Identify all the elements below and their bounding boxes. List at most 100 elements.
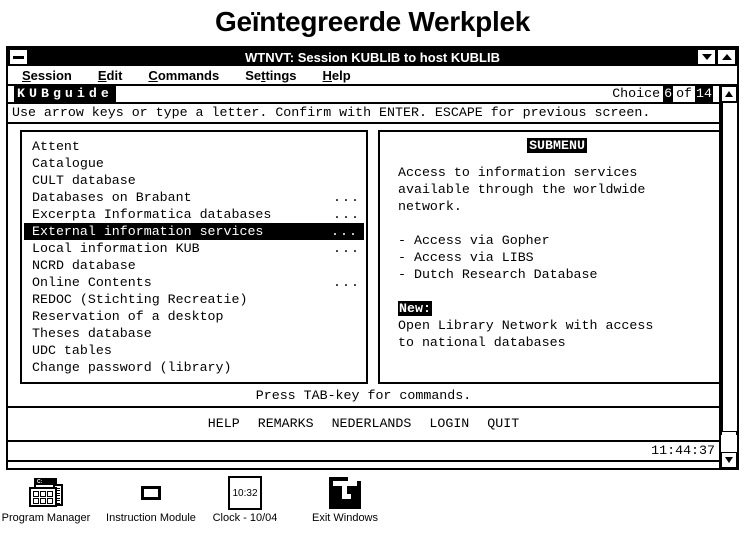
menu-list-item-label: Theses database xyxy=(32,325,152,341)
system-menu-button[interactable] xyxy=(9,49,28,65)
new-badge: New: xyxy=(398,301,432,316)
window-titlebar: WTNVT: Session KUBLIB to host KUBLIB xyxy=(8,48,737,66)
menu-help-label: elp xyxy=(331,67,351,83)
function-key[interactable]: QUIT xyxy=(478,416,528,432)
terminal-clock: 11:44:37 xyxy=(651,443,715,458)
menu-list-item-label: Excerpta Informatica databases xyxy=(32,206,272,222)
triangle-up-icon xyxy=(721,54,732,60)
menu-list-item[interactable]: NCRD database xyxy=(22,257,366,274)
menu-edit-label: dit xyxy=(106,67,123,83)
submenu-heading-wrap: SUBMENU xyxy=(398,138,716,164)
menu-commands-label: ommands xyxy=(157,67,220,83)
terminal-screen[interactable]: KUBguide Choice 6 of 14 Use arrow keys o… xyxy=(8,85,738,468)
exit-windows-icon xyxy=(285,474,405,512)
menu-session[interactable]: Session xyxy=(22,68,72,83)
scroll-up-arrow-icon xyxy=(725,91,733,97)
clock-face-time: 10:32 xyxy=(232,487,258,499)
menu-list-item-label: UDC tables xyxy=(32,342,112,358)
menu-list-item-dots: ... xyxy=(331,223,358,239)
detail-bullet: - Dutch Research Database xyxy=(398,267,598,282)
choice-indicator: Choice 6 of 14 xyxy=(611,85,713,103)
detail-paragraph-line: available through the worldwide xyxy=(398,182,646,197)
menu-help[interactable]: Help xyxy=(323,68,351,83)
menu-list-item-label: Catalogue xyxy=(32,155,104,171)
menu-list-item[interactable]: Change password (library) xyxy=(22,359,366,376)
menu-edit[interactable]: Edit xyxy=(98,68,123,83)
menu-session-label: ession xyxy=(30,67,72,83)
terminal-window: WTNVT: Session KUBLIB to host KUBLIB Ses… xyxy=(6,46,739,470)
detail-spacer xyxy=(398,215,716,232)
page-title: Geïntegreerde Werkplek xyxy=(214,6,531,37)
menu-list-item-label: NCRD database xyxy=(32,257,136,273)
menu-settings-label: tings xyxy=(265,67,297,83)
menu-list-item[interactable]: Theses database xyxy=(22,325,366,342)
function-key[interactable]: LOGIN xyxy=(420,416,478,432)
detail-new-line: Open Library Network with access xyxy=(398,318,654,333)
menu-list-item-label: CULT database xyxy=(32,172,136,188)
menu-list-item-label: Local information KUB xyxy=(32,240,200,256)
menu-list-item[interactable]: UDC tables xyxy=(22,342,366,359)
menu-settings[interactable]: Settings xyxy=(245,68,296,83)
menu-list-item[interactable]: Attent xyxy=(22,138,366,155)
detail-panel: SUBMENU Access to information services a… xyxy=(378,130,728,384)
menu-list-item-dots: ... xyxy=(333,189,360,205)
scroll-down-arrow-icon xyxy=(725,457,733,463)
terminal-panes: Attent Catalogue CULT database Databases on… xyxy=(8,126,728,384)
menu-list-item-dots: ... xyxy=(333,206,360,222)
scrollbar-track[interactable] xyxy=(721,102,738,435)
menu-list-panel: Attent Catalogue CULT database Databases on… xyxy=(20,130,368,384)
detail-body: SUBMENU Access to information services a… xyxy=(380,132,726,351)
submenu-heading: SUBMENU xyxy=(527,138,587,153)
menu-list-item-dots: ... xyxy=(333,274,360,290)
scrollbar-thumb[interactable] xyxy=(722,102,738,432)
minimize-bar-icon xyxy=(13,55,24,59)
menu-list-item[interactable]: Online Contents... xyxy=(22,274,366,291)
menu-list-item[interactable]: Excerpta Informatica databases... xyxy=(22,206,366,223)
menu-list-item[interactable]: Catalogue xyxy=(22,155,366,172)
function-key-row: HELP REMARKS NEDERLANDS LOGIN QUIT xyxy=(8,408,719,442)
choice-current: 6 xyxy=(663,85,674,103)
choice-label: Choice xyxy=(612,86,661,101)
scroll-down-button[interactable] xyxy=(721,452,737,468)
scroll-up-button[interactable] xyxy=(721,86,737,102)
menu-list-item-label: Attent xyxy=(32,138,80,154)
detail-bullet: - Access via Gopher xyxy=(398,233,550,248)
menu-list-item[interactable]: Reservation of a desktop xyxy=(22,308,366,325)
choice-total: 14 xyxy=(695,85,713,103)
vertical-scrollbar[interactable] xyxy=(719,86,738,468)
menu-list-item-dots: ... xyxy=(333,240,360,256)
terminal-app-name: KUBguide xyxy=(14,85,116,103)
maximize-button[interactable] xyxy=(717,49,736,65)
menubar: Session Edit Commands Settings Help xyxy=(8,66,737,86)
menu-commands[interactable]: Commands xyxy=(148,68,219,83)
terminal-header-row: KUBguide Choice 6 of 14 xyxy=(8,85,719,104)
function-key[interactable]: REMARKS xyxy=(249,416,323,432)
menu-list-item-label: Databases on Brabant xyxy=(32,189,192,205)
detail-new-tag-line: New: xyxy=(398,300,716,317)
window-controls xyxy=(697,49,736,65)
menu-list-item-label: REDOC (Stichting Recreatie) xyxy=(32,291,248,307)
menu-list-item[interactable]: Databases on Brabant... xyxy=(22,189,366,206)
menu-list: Attent Catalogue CULT database Databases on… xyxy=(22,132,366,376)
terminal-status-row: 11:44:37 xyxy=(8,442,719,462)
detail-new-line: to national databases xyxy=(398,335,566,350)
desktop-icon-label: Exit Windows xyxy=(311,512,379,524)
function-key[interactable]: HELP xyxy=(199,416,249,432)
minimize-button[interactable] xyxy=(697,49,716,65)
detail-bullet: - Access via LIBS xyxy=(398,250,534,265)
window-title: WTNVT: Session KUBLIB to host KUBLIB xyxy=(245,49,500,65)
desktop-icon-row: C: Program Manager Instruction Module 10… xyxy=(0,472,745,540)
choice-of-label: of xyxy=(676,86,693,101)
menu-list-item-label: Reservation of a desktop xyxy=(32,308,224,324)
detail-paragraph-line: Access to information services xyxy=(398,165,638,180)
desktop-icon-exit-windows[interactable]: Exit Windows xyxy=(285,474,405,524)
menu-list-item-label: Change password (library) xyxy=(32,359,232,375)
function-key[interactable]: NEDERLANDS xyxy=(323,416,421,432)
menu-list-item[interactable]: REDOC (Stichting Recreatie) xyxy=(22,291,366,308)
menu-list-item[interactable]: External information services... xyxy=(24,223,364,240)
tab-hint: Press TAB-key for commands. xyxy=(8,386,719,408)
menu-list-item-label: External information services xyxy=(32,223,264,239)
menu-list-item-label: Online Contents xyxy=(32,274,152,290)
menu-list-item[interactable]: Local information KUB... xyxy=(22,240,366,257)
menu-list-item[interactable]: CULT database xyxy=(22,172,366,189)
